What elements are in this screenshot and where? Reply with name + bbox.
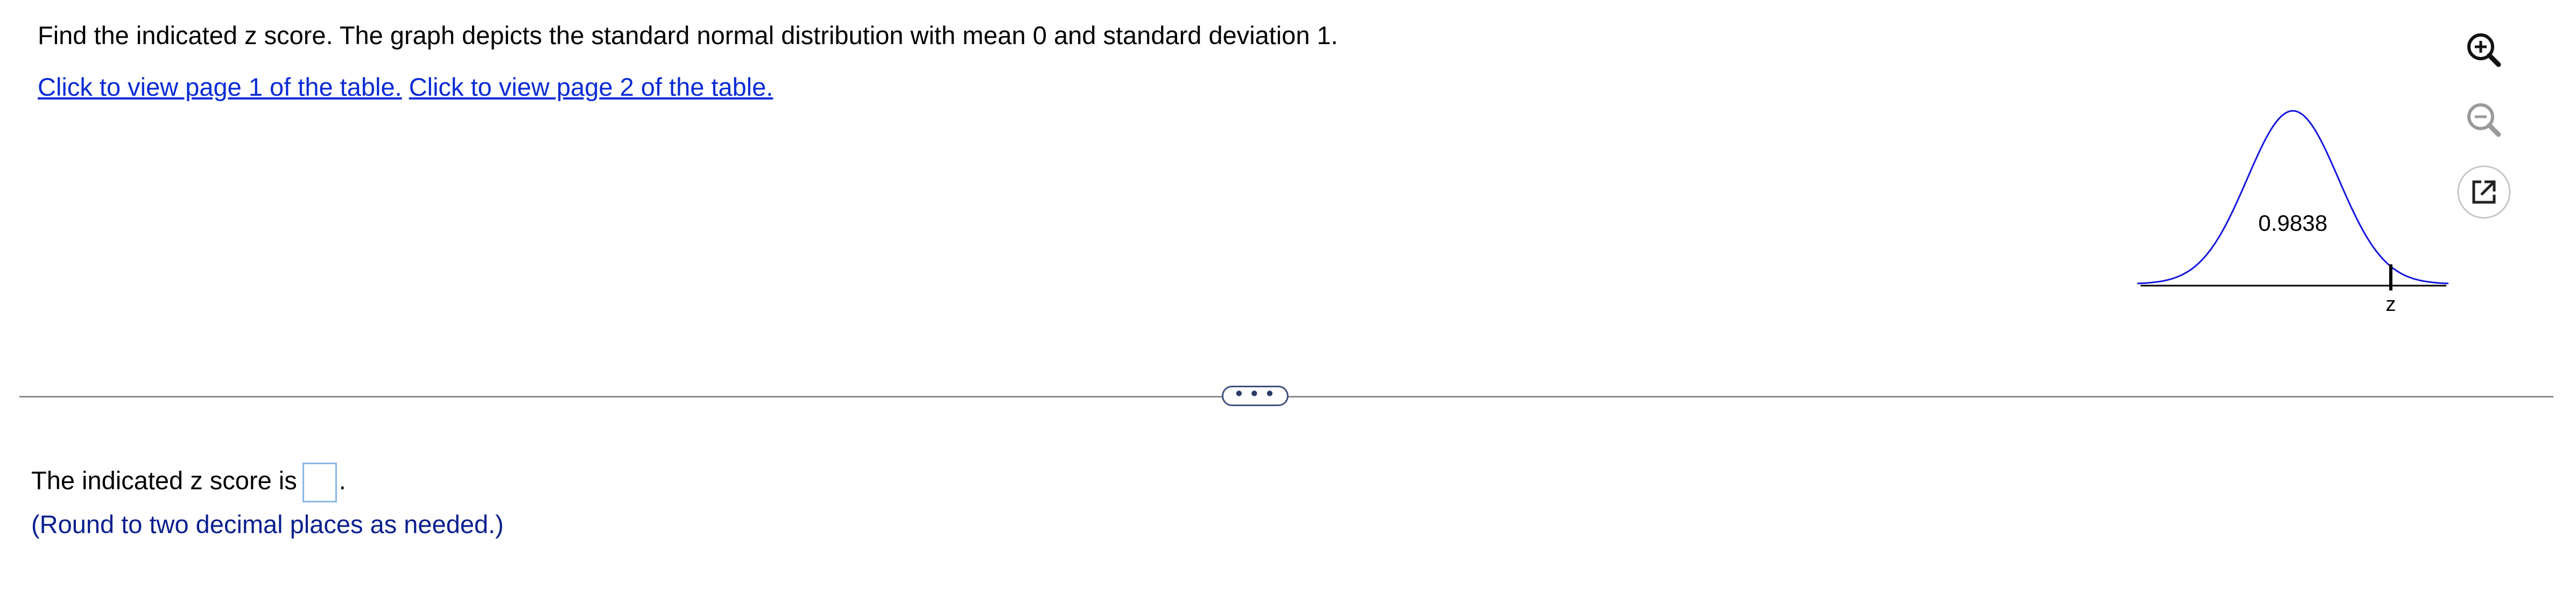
answer-prefix: The indicated z score is bbox=[31, 466, 297, 495]
question-page: Find the indicated z score. The graph de… bbox=[0, 0, 2576, 610]
normal-curve bbox=[2137, 110, 2449, 285]
rounding-hint: (Round to two decimal places as needed.) bbox=[31, 510, 504, 538]
z-score-input[interactable] bbox=[302, 463, 337, 502]
question-text: Find the indicated z score. The graph de… bbox=[38, 21, 1338, 49]
zoom-out-button[interactable] bbox=[2454, 91, 2514, 151]
popout-button[interactable] bbox=[2454, 162, 2514, 222]
table-page-2-link[interactable]: Click to view page 2 of the table. bbox=[409, 73, 773, 101]
area-label: 0.9838 bbox=[2258, 210, 2327, 236]
table-links: Click to view page 1 of the table. Click… bbox=[38, 71, 773, 103]
table-page-1-link[interactable]: Click to view page 1 of the table. bbox=[38, 73, 402, 101]
z-axis-label: z bbox=[2385, 293, 2396, 316]
zoom-out-icon bbox=[2457, 94, 2511, 148]
popout-icon bbox=[2457, 165, 2511, 219]
answer-line: The indicated z score is. bbox=[31, 463, 346, 502]
zoom-in-icon bbox=[2457, 24, 2511, 78]
answer-suffix: . bbox=[339, 466, 346, 495]
zoom-in-button[interactable] bbox=[2454, 22, 2514, 81]
graph-toolbar bbox=[2454, 22, 2514, 226]
normal-distribution-graph: 0.9838 z bbox=[2137, 110, 2449, 316]
expand-button[interactable]: • • • bbox=[1222, 384, 1289, 406]
